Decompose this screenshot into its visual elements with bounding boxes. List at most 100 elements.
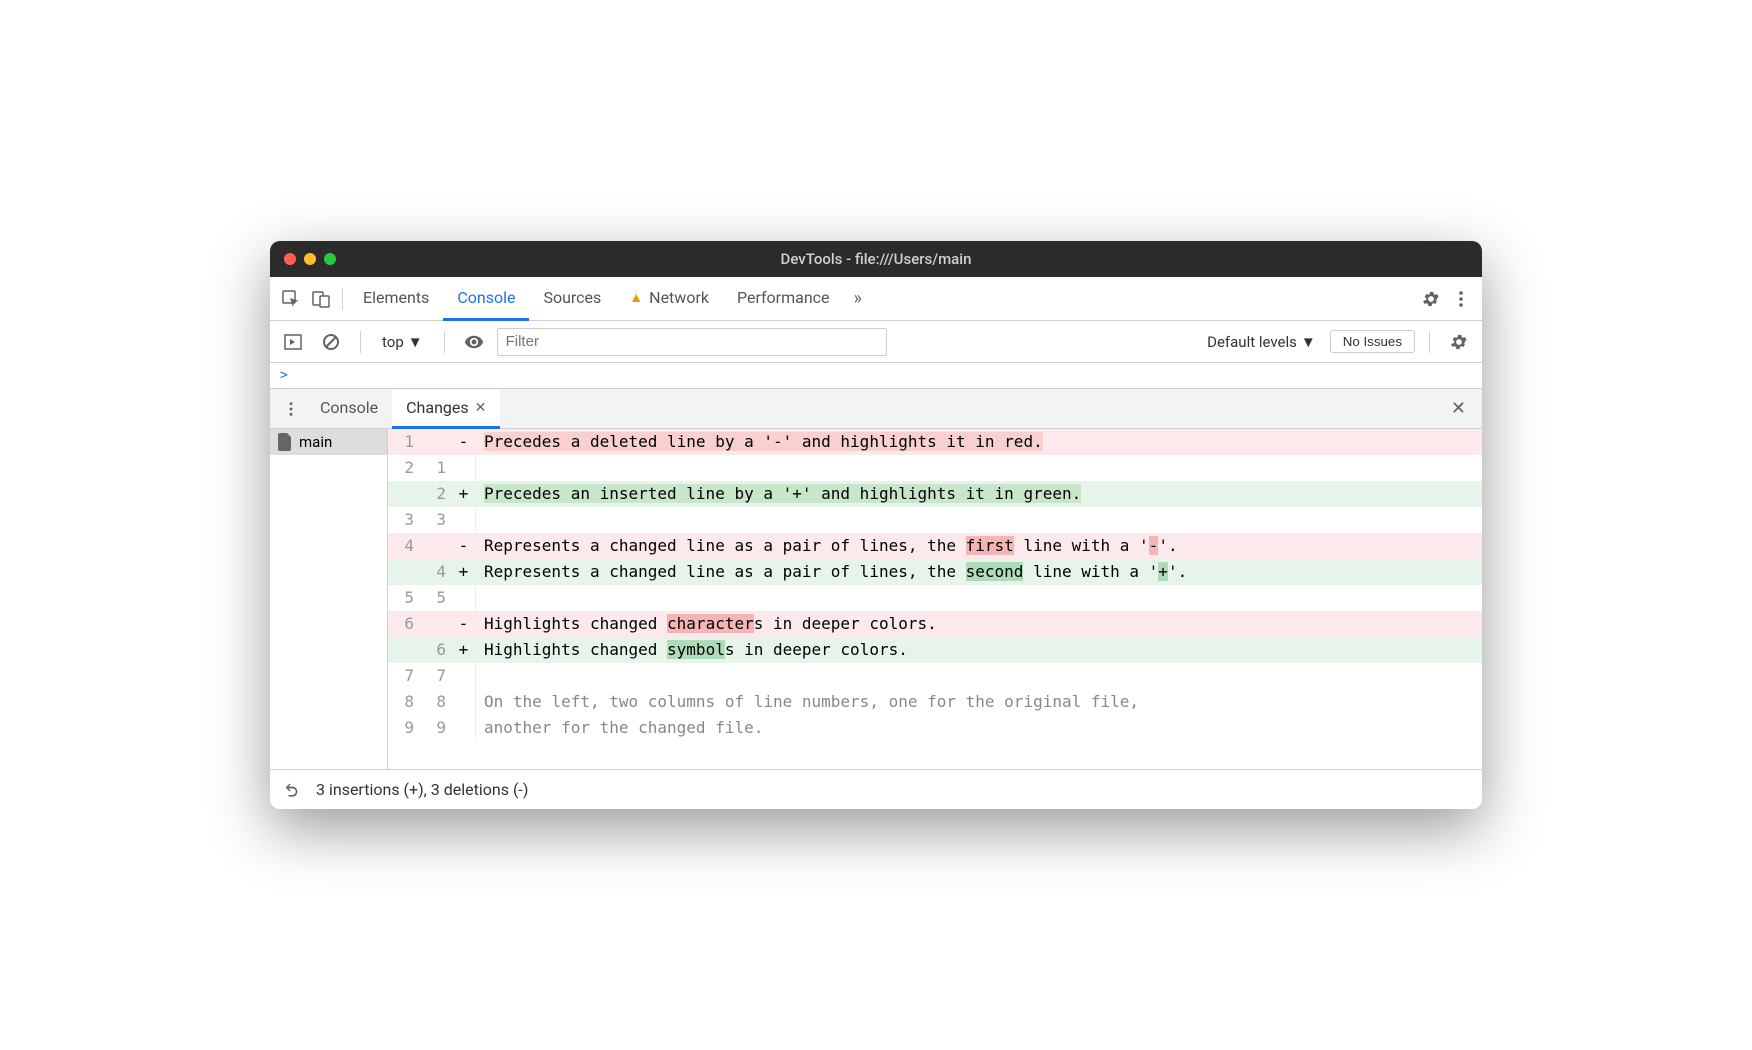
line-number-new: 6: [420, 637, 452, 663]
diff-marker: [452, 585, 476, 611]
warning-icon: ▲: [629, 289, 643, 306]
drawer-tab-console[interactable]: Console: [306, 390, 392, 429]
diff-line: 77: [388, 663, 1482, 689]
line-number-old: 9: [388, 715, 420, 741]
diff-code: Represents a changed line as a pair of l…: [476, 559, 1482, 585]
diff-line: 1-Precedes a deleted line by a '-' and h…: [388, 429, 1482, 455]
window-close-button[interactable]: [284, 253, 296, 265]
diff-marker: -: [452, 611, 476, 637]
window-title: DevTools - file:///Users/main: [270, 250, 1482, 268]
window-maximize-button[interactable]: [324, 253, 336, 265]
execution-context-dropdown[interactable]: top ▼: [375, 330, 430, 354]
diff-marker: [452, 715, 476, 741]
line-number-old: 3: [388, 507, 420, 533]
diff-code: On the left, two columns of line numbers…: [476, 689, 1482, 715]
close-tab-icon[interactable]: ✕: [475, 400, 487, 416]
issues-button[interactable]: No Issues: [1330, 330, 1415, 353]
line-number-new: 9: [420, 715, 452, 741]
diff-code: Precedes a deleted line by a '-' and hig…: [476, 429, 1482, 455]
line-number-old: 4: [388, 533, 420, 559]
diff-code: Highlights changed symbols in deeper col…: [476, 637, 1482, 663]
device-toggle-icon[interactable]: [306, 284, 336, 314]
tab-label: Sources: [543, 288, 601, 307]
line-number-old: [388, 637, 420, 663]
tab-sources[interactable]: Sources: [529, 278, 615, 321]
diff-line: 6+Highlights changed symbols in deeper c…: [388, 637, 1482, 663]
diff-line: 55: [388, 585, 1482, 611]
diff-code: [476, 507, 1482, 533]
line-number-old: 6: [388, 611, 420, 637]
log-levels-dropdown[interactable]: Default levels ▼: [1201, 333, 1322, 351]
levels-label: Default levels: [1207, 333, 1297, 351]
filter-input[interactable]: [497, 328, 887, 356]
tab-performance[interactable]: Performance: [723, 278, 844, 321]
line-number-new: 4: [420, 559, 452, 585]
line-number-old: 8: [388, 689, 420, 715]
diff-line: 4+Represents a changed line as a pair of…: [388, 559, 1482, 585]
tab-label: Network: [649, 288, 709, 307]
window-minimize-button[interactable]: [304, 253, 316, 265]
diff-code: Precedes an inserted line by a '+' and h…: [476, 481, 1482, 507]
chevron-down-icon: ▼: [1301, 333, 1316, 351]
traffic-lights: [284, 253, 336, 265]
diff-line: 88 On the left, two columns of line numbe…: [388, 689, 1482, 715]
changes-footer: 3 insertions (+), 3 deletions (-): [270, 769, 1482, 809]
diff-marker: +: [452, 559, 476, 585]
drawer-kebab-icon[interactable]: [276, 394, 306, 424]
devtools-window: DevTools - file:///Users/main Elements C…: [270, 241, 1482, 809]
diff-line: 21: [388, 455, 1482, 481]
chevron-down-icon: ▼: [408, 333, 423, 351]
diff-line: 4 -Represents a changed line as a pair of…: [388, 533, 1482, 559]
diff-code: another for the changed file.: [476, 715, 1482, 741]
diff-marker: [452, 507, 476, 533]
file-tree: main: [270, 429, 388, 769]
tab-label: Console: [457, 288, 515, 307]
line-number-new: [420, 611, 452, 637]
line-number-new: 8: [420, 689, 452, 715]
line-number-new: 7: [420, 663, 452, 689]
separator: [1429, 331, 1430, 353]
diff-code: Represents a changed line as a pair of l…: [476, 533, 1482, 559]
line-number-new: 3: [420, 507, 452, 533]
line-number-new: 1: [420, 455, 452, 481]
drawer-tab-changes[interactable]: Changes ✕: [392, 390, 500, 429]
context-label: top: [382, 333, 404, 351]
more-tabs-button[interactable]: »: [844, 288, 872, 309]
tab-network[interactable]: ▲ Network: [615, 278, 723, 321]
separator: [444, 331, 445, 353]
line-number-old: [388, 481, 420, 507]
close-drawer-icon[interactable]: ✕: [1441, 398, 1476, 419]
file-tree-item[interactable]: main: [270, 429, 387, 455]
file-name: main: [299, 433, 332, 451]
kebab-menu-icon[interactable]: [1446, 284, 1476, 314]
console-settings-icon[interactable]: [1444, 327, 1474, 357]
diff-line: 6-Highlights changed characters in deepe…: [388, 611, 1482, 637]
diff-marker: -: [452, 429, 476, 455]
line-number-old: [388, 559, 420, 585]
diff-line: 2+Precedes an inserted line by a '+' and…: [388, 481, 1482, 507]
diff-line: 99 another for the changed file.: [388, 715, 1482, 741]
diff-marker: -: [452, 533, 476, 559]
line-number-old: 7: [388, 663, 420, 689]
diff-marker: [452, 455, 476, 481]
tab-console[interactable]: Console: [443, 278, 529, 321]
inspect-element-icon[interactable]: [276, 284, 306, 314]
console-prompt[interactable]: >: [270, 363, 1482, 389]
issues-label: No Issues: [1343, 334, 1402, 349]
toggle-sidebar-icon[interactable]: [278, 327, 308, 357]
line-number-old: 2: [388, 455, 420, 481]
diff-marker: [452, 663, 476, 689]
tab-label: Elements: [363, 288, 429, 307]
clear-console-icon[interactable]: [316, 327, 346, 357]
diff-marker: [452, 689, 476, 715]
tab-elements[interactable]: Elements: [349, 278, 443, 321]
changes-summary: 3 insertions (+), 3 deletions (-): [316, 780, 528, 799]
live-expression-icon[interactable]: [459, 327, 489, 357]
settings-icon[interactable]: [1416, 284, 1446, 314]
line-number-new: [420, 533, 452, 559]
file-icon: [278, 433, 293, 451]
revert-icon[interactable]: [282, 780, 302, 800]
line-number-new: 5: [420, 585, 452, 611]
drawer-tab-label: Console: [320, 398, 378, 417]
diff-view[interactable]: 1-Precedes a deleted line by a '-' and h…: [388, 429, 1482, 769]
